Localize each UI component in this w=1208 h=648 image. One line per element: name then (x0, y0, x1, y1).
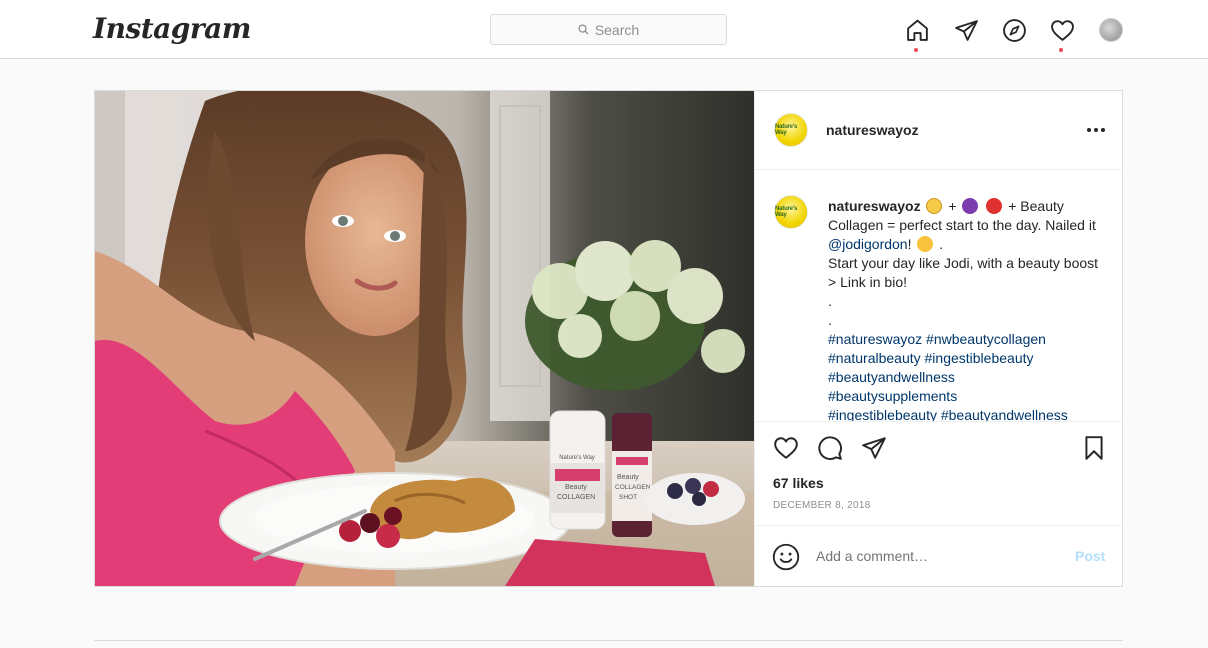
post-header: Nature's Way natureswayoz (755, 91, 1123, 170)
hashtag-line[interactable]: #beautyandwellness (828, 368, 1103, 387)
instagram-logo[interactable]: Instagram (93, 12, 251, 45)
add-comment-bar: Post (755, 525, 1123, 586)
post-comment-button[interactable]: Post (1075, 548, 1105, 564)
footer-divider (94, 640, 1123, 641)
comments-area: Nature's Way natureswayoz + + Beauty Col… (755, 171, 1123, 421)
caption-author-avatar[interactable]: Nature's Way (774, 195, 808, 229)
more-options-icon[interactable] (1087, 128, 1105, 132)
heart-icon (774, 437, 798, 459)
likes-count[interactable]: 67 likes (773, 475, 824, 491)
top-navigation-bar: Instagram Search (0, 0, 1208, 59)
search-icon (578, 24, 589, 35)
direct-messages-button[interactable] (953, 17, 979, 43)
hashtag-line[interactable]: #ingestiblebeauty #beautyandwellness (828, 406, 1103, 421)
raising-hands-emoji-icon (917, 236, 934, 252)
explore-icon (1002, 18, 1026, 42)
caption-dot-1: . (828, 293, 832, 309)
bottle-brand-label: Nature's Way (559, 455, 595, 461)
hashtag-line[interactable]: #beautysupplements (828, 387, 1103, 406)
bottle-1-line-1: Beauty (565, 484, 587, 491)
search-placeholder: Search (594, 21, 640, 38)
direct-icon (954, 19, 978, 41)
caption-line-2: Start your day like Jodi, with a beauty … (828, 255, 1099, 290)
comment-button[interactable] (817, 435, 845, 463)
search-box[interactable]: Search (490, 14, 727, 45)
post-author-username[interactable]: natureswayoz (826, 122, 919, 138)
explore-button[interactable] (1001, 17, 1027, 43)
activity-notification-dot (1059, 48, 1063, 52)
add-comment-input[interactable] (816, 548, 1056, 564)
emoji-icon[interactable] (772, 543, 800, 571)
caption-text-1: + (948, 198, 957, 214)
profile-avatar[interactable] (1099, 18, 1123, 42)
post-caption: natureswayoz + + Beauty Collagen = perfe… (828, 197, 1103, 421)
caption-dot-2: . (828, 312, 832, 328)
save-button[interactable] (1081, 435, 1109, 463)
activity-button[interactable] (1049, 17, 1075, 43)
post-side-panel: Nature's Way natureswayoz Nature's Way n… (754, 91, 1123, 586)
hashtag-line[interactable]: #naturalbeauty #ingestiblebeauty (828, 349, 1103, 368)
comment-icon (818, 436, 842, 460)
avatar-brand-text: Nature's Way (775, 124, 798, 136)
bottle-2-line-2: COLLAGEN (615, 484, 651, 491)
bottle-2-line-1: Beauty (617, 474, 639, 481)
croissant-emoji-icon (926, 198, 943, 214)
bottle-1-line-2: COLLAGEN (557, 494, 595, 501)
post-author-avatar[interactable]: Nature's Way (774, 113, 808, 147)
strawberry-emoji-icon (986, 198, 1003, 214)
caption-text-3: ! (907, 236, 912, 252)
caption-text-4: . (939, 236, 944, 252)
post-actions: 67 likes December 8, 2018 (755, 421, 1123, 525)
bookmark-icon (1085, 436, 1103, 460)
home-notification-dot (914, 48, 918, 52)
caption-avatar-brand-text: Nature's Way (775, 206, 798, 218)
share-icon (862, 437, 886, 459)
post-date[interactable]: December 8, 2018 (773, 500, 871, 511)
share-button[interactable] (861, 435, 889, 463)
post-photo[interactable]: Nature's Way Beauty COLLAGEN Beauty COLL… (95, 91, 754, 586)
home-icon (906, 19, 928, 41)
grapes-emoji-icon (962, 198, 979, 214)
hashtag-list: #natureswayoz #nwbeautycollagen #natural… (828, 330, 1103, 421)
hashtag-line[interactable]: #natureswayoz #nwbeautycollagen (828, 330, 1103, 349)
home-button[interactable] (904, 17, 930, 43)
caption-mention-link[interactable]: @jodigordon (828, 236, 908, 252)
like-button[interactable] (773, 435, 801, 463)
caption-username[interactable]: natureswayoz (828, 198, 921, 214)
post-card: Nature's Way Beauty COLLAGEN Beauty COLL… (94, 90, 1123, 587)
bottle-2-line-3: SHOT (619, 494, 637, 501)
heart-icon (1050, 19, 1074, 41)
post-image: Nature's Way Beauty COLLAGEN Beauty COLL… (95, 91, 754, 586)
